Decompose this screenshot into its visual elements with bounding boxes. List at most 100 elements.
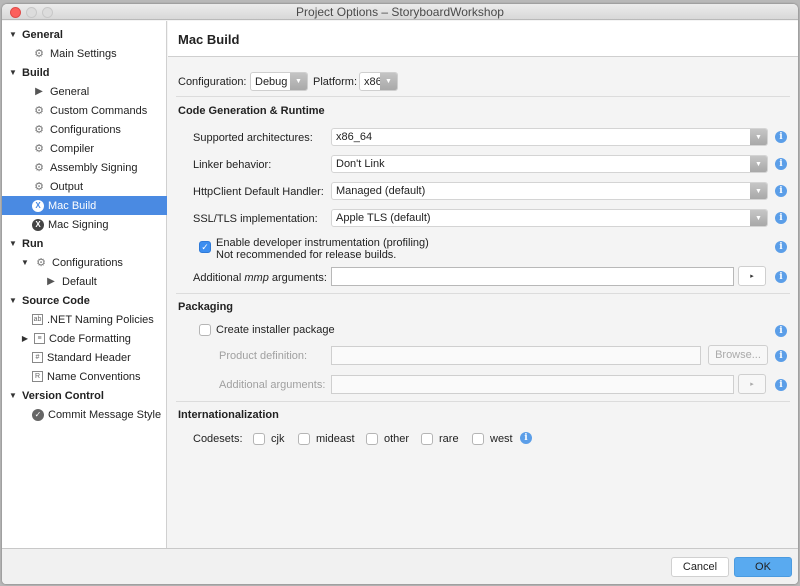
supported-architectures-label: Supported architectures: bbox=[193, 132, 313, 144]
sidebar-item-general[interactable]: ▼ General bbox=[2, 25, 167, 44]
httpclient-handler-label: HttpClient Default Handler: bbox=[193, 186, 324, 198]
create-installer-checkbox[interactable] bbox=[199, 324, 211, 336]
xamarin-icon: X bbox=[32, 199, 44, 212]
httpclient-handler-value: Managed (default) bbox=[336, 185, 426, 197]
codeset-mideast-checkbox[interactable] bbox=[298, 433, 310, 445]
xamarin-icon: X bbox=[32, 218, 44, 231]
disclosure-expanded-icon[interactable]: ▼ bbox=[20, 258, 30, 267]
ssl-tls-select[interactable]: Apple TLS (default) ▼ bbox=[331, 209, 768, 227]
header-icon: # bbox=[32, 352, 43, 363]
codeset-cjk-checkbox[interactable] bbox=[253, 433, 265, 445]
sidebar-item-custom-commands[interactable]: ⚙ Custom Commands bbox=[2, 101, 167, 120]
additional-arguments-menu-button[interactable]: ▸ bbox=[738, 374, 766, 394]
gear-icon: ⚙ bbox=[34, 143, 44, 155]
info-icon[interactable]: i bbox=[775, 350, 787, 362]
sidebar-item-configurations[interactable]: ⚙ Configurations bbox=[2, 120, 167, 139]
sidebar-item-general[interactable]: ▶ General bbox=[2, 82, 167, 101]
product-definition-field[interactable] bbox=[332, 347, 700, 364]
divider bbox=[176, 96, 790, 97]
codeset-other-label: other bbox=[384, 433, 410, 445]
instrumentation-checkbox[interactable]: ✓ bbox=[199, 241, 211, 253]
codeset-rare-checkbox[interactable] bbox=[421, 433, 433, 445]
configuration-select[interactable]: Debug ▼ bbox=[250, 72, 308, 91]
info-icon[interactable]: i bbox=[520, 432, 532, 444]
disclosure-expanded-icon[interactable]: ▼ bbox=[8, 296, 18, 305]
configuration-label: Configuration: bbox=[178, 76, 247, 88]
naming-icon: ab bbox=[32, 314, 43, 325]
dialog-footer: Cancel OK bbox=[2, 548, 798, 584]
gear-icon: ⚙ bbox=[34, 181, 44, 193]
platform-select[interactable]: x86 ▼ bbox=[359, 72, 398, 91]
sidebar-item-configurations[interactable]: ▼ ⚙ Configurations bbox=[2, 253, 167, 272]
product-definition-input[interactable] bbox=[331, 346, 701, 365]
chevron-down-icon: ▼ bbox=[380, 73, 397, 90]
info-icon[interactable]: i bbox=[775, 271, 787, 283]
info-icon[interactable]: i bbox=[775, 379, 787, 391]
disclosure-expanded-icon[interactable]: ▼ bbox=[8, 391, 18, 400]
disclosure-collapsed-icon[interactable]: ▶ bbox=[20, 334, 30, 343]
sidebar-item-label: Mac Build bbox=[48, 199, 97, 212]
codeset-west-checkbox[interactable] bbox=[472, 433, 484, 445]
info-icon[interactable]: i bbox=[775, 325, 787, 337]
httpclient-handler-select[interactable]: Managed (default) ▼ bbox=[331, 182, 768, 200]
instrumentation-note: Not recommended for release builds. bbox=[216, 249, 397, 261]
sidebar-item-net-naming-policies[interactable]: ab .NET Naming Policies bbox=[2, 310, 167, 329]
sidebar-item-standard-header[interactable]: # Standard Header bbox=[2, 348, 167, 367]
browse-button[interactable]: Browse... bbox=[708, 345, 768, 365]
sidebar-item-run[interactable]: ▼ Run bbox=[2, 234, 167, 253]
sidebar-item-name-conventions[interactable]: R Name Conventions bbox=[2, 367, 167, 386]
sidebar-item-compiler[interactable]: ⚙ Compiler bbox=[2, 139, 167, 158]
info-icon[interactable]: i bbox=[775, 241, 787, 253]
sidebar-item-version-control[interactable]: ▼ Version Control bbox=[2, 386, 167, 405]
sidebar-item-label: Mac Signing bbox=[48, 218, 109, 231]
sidebar-item-label: General bbox=[50, 85, 90, 98]
chevron-down-icon: ▼ bbox=[750, 129, 767, 145]
sidebar-item-output[interactable]: ⚙ Output bbox=[2, 177, 167, 196]
product-definition-label: Product definition: bbox=[219, 350, 308, 362]
sidebar-item-mac-build[interactable]: X Mac Build bbox=[2, 196, 167, 215]
sidebar-item-mac-signing[interactable]: X Mac Signing bbox=[2, 215, 167, 234]
sidebar-item-label: Source Code bbox=[22, 294, 90, 307]
sidebar-item-source-code[interactable]: ▼ Source Code bbox=[2, 291, 167, 310]
disclosure-expanded-icon[interactable]: ▼ bbox=[8, 68, 18, 77]
sidebar-item-build[interactable]: ▼ Build bbox=[2, 63, 167, 82]
mmp-arguments-menu-button[interactable]: ▸ bbox=[738, 266, 766, 286]
sidebar-item-label: Configurations bbox=[52, 256, 123, 269]
disclosure-expanded-icon[interactable]: ▼ bbox=[8, 30, 18, 39]
sidebar-item-default[interactable]: ▶ Default bbox=[2, 272, 167, 291]
chevron-down-icon: ▼ bbox=[290, 73, 307, 90]
create-installer-label: Create installer package bbox=[216, 324, 335, 336]
options-panel: Mac Build Configuration: Debug ▼ Platfor… bbox=[168, 21, 798, 548]
sidebar-item-assembly-signing[interactable]: ⚙ Assembly Signing bbox=[2, 158, 167, 177]
additional-arguments-input[interactable] bbox=[331, 375, 734, 394]
cancel-button[interactable]: Cancel bbox=[671, 557, 729, 577]
codeset-west-label: west bbox=[490, 433, 513, 445]
sidebar-item-code-formatting[interactable]: ▶ ≡ Code Formatting bbox=[2, 329, 167, 348]
sidebar-item-commit-message-style[interactable]: ✓ Commit Message Style bbox=[2, 405, 167, 424]
sidebar-item-label: Commit Message Style bbox=[48, 408, 162, 421]
sidebar-item-label: Assembly Signing bbox=[50, 161, 138, 174]
mmp-arguments-input[interactable] bbox=[331, 267, 734, 286]
info-icon[interactable]: i bbox=[775, 212, 787, 224]
sidebar-item-main-settings[interactable]: ⚙ Main Settings bbox=[2, 44, 167, 63]
play-icon: ▶ bbox=[47, 276, 55, 287]
ok-button[interactable]: OK bbox=[734, 557, 792, 577]
info-icon[interactable]: i bbox=[775, 131, 787, 143]
disclosure-expanded-icon[interactable]: ▼ bbox=[8, 239, 18, 248]
packaging-section-title: Packaging bbox=[178, 301, 234, 313]
mmp-arguments-field[interactable] bbox=[332, 268, 733, 285]
platform-value: x86 bbox=[364, 75, 380, 88]
supported-architectures-select[interactable]: x86_64 ▼ bbox=[331, 128, 768, 146]
codeset-other-checkbox[interactable] bbox=[366, 433, 378, 445]
sidebar-item-label: Compiler bbox=[50, 142, 95, 155]
commit-icon: ✓ bbox=[32, 408, 44, 421]
info-icon[interactable]: i bbox=[775, 185, 787, 197]
title-bar: Project Options – StoryboardWorkshop bbox=[2, 4, 798, 20]
additional-arguments-field[interactable] bbox=[332, 376, 733, 393]
play-icon: ▸ bbox=[750, 273, 754, 280]
sidebar-item-label: Version Control bbox=[22, 389, 104, 402]
linker-behavior-select[interactable]: Don't Link ▼ bbox=[331, 155, 768, 173]
sidebar-item-label: Name Conventions bbox=[47, 370, 141, 383]
linker-behavior-label: Linker behavior: bbox=[193, 159, 272, 171]
info-icon[interactable]: i bbox=[775, 158, 787, 170]
